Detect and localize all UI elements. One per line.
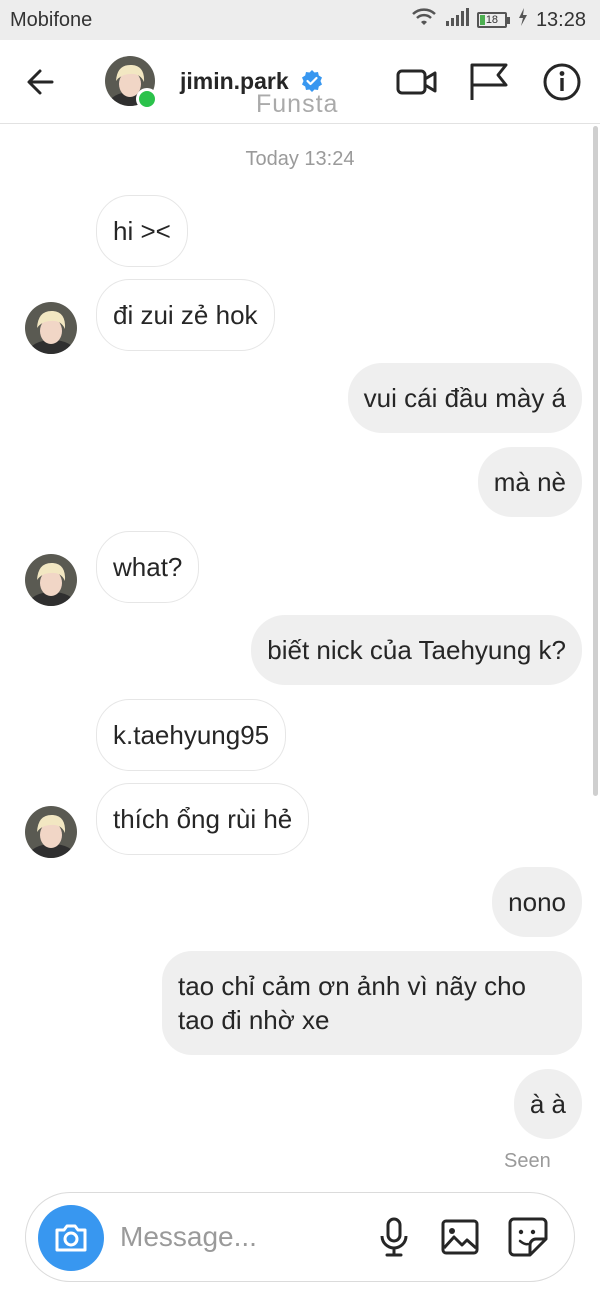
microphone-icon[interactable] <box>372 1215 416 1259</box>
battery-icon: 18 <box>476 12 510 28</box>
message-outgoing[interactable]: biết nick của Taehyung k? <box>251 615 582 685</box>
wifi-icon <box>411 7 437 33</box>
message-incoming[interactable]: đi zui zẻ hok <box>96 279 275 351</box>
signal-icon <box>445 7 469 33</box>
status-bar: Mobifone 18 13:28 <box>0 0 600 40</box>
header-subtitle: Funsta <box>256 90 339 118</box>
sender-avatar[interactable] <box>25 554 77 606</box>
flag-icon[interactable] <box>466 60 510 104</box>
video-call-icon[interactable] <box>395 60 439 104</box>
scrollbar[interactable] <box>593 126 598 796</box>
info-icon[interactable] <box>540 60 584 104</box>
sticker-icon[interactable] <box>506 1215 550 1259</box>
gallery-icon[interactable] <box>438 1215 482 1259</box>
message-outgoing[interactable]: tao chỉ cảm ơn ảnh vì nãy cho tao đi nhờ… <box>162 951 582 1055</box>
chat-timestamp: Today 13:24 <box>245 148 355 170</box>
camera-icon[interactable] <box>38 1205 104 1271</box>
sender-avatar[interactable] <box>25 806 77 858</box>
clock: 13:28 <box>535 8 586 31</box>
message-incoming[interactable]: k.taehyung95 <box>96 699 287 771</box>
message-outgoing[interactable]: à à <box>513 1069 582 1139</box>
message-incoming[interactable]: hi >< <box>96 195 188 267</box>
carrier-name: Mobifone <box>10 8 93 31</box>
online-status-dot <box>136 88 158 110</box>
charging-icon <box>518 8 528 32</box>
chat-header: jimin.park Funsta <box>0 40 600 124</box>
message-outgoing[interactable]: nono <box>492 867 582 937</box>
message-incoming[interactable]: what? <box>96 531 200 603</box>
message-incoming[interactable]: thích ổng rùi hẻ <box>96 783 310 855</box>
message-outgoing[interactable]: vui cái đầu mày á <box>347 363 582 433</box>
sender-avatar[interactable] <box>25 302 77 354</box>
battery-level: 18 <box>485 14 499 26</box>
message-input[interactable] <box>120 1217 370 1257</box>
seen-receipt: Seen <box>504 1150 551 1172</box>
message-outgoing[interactable]: mà nè <box>477 447 582 517</box>
message-composer <box>25 1192 575 1282</box>
back-arrow-icon[interactable] <box>22 62 62 102</box>
